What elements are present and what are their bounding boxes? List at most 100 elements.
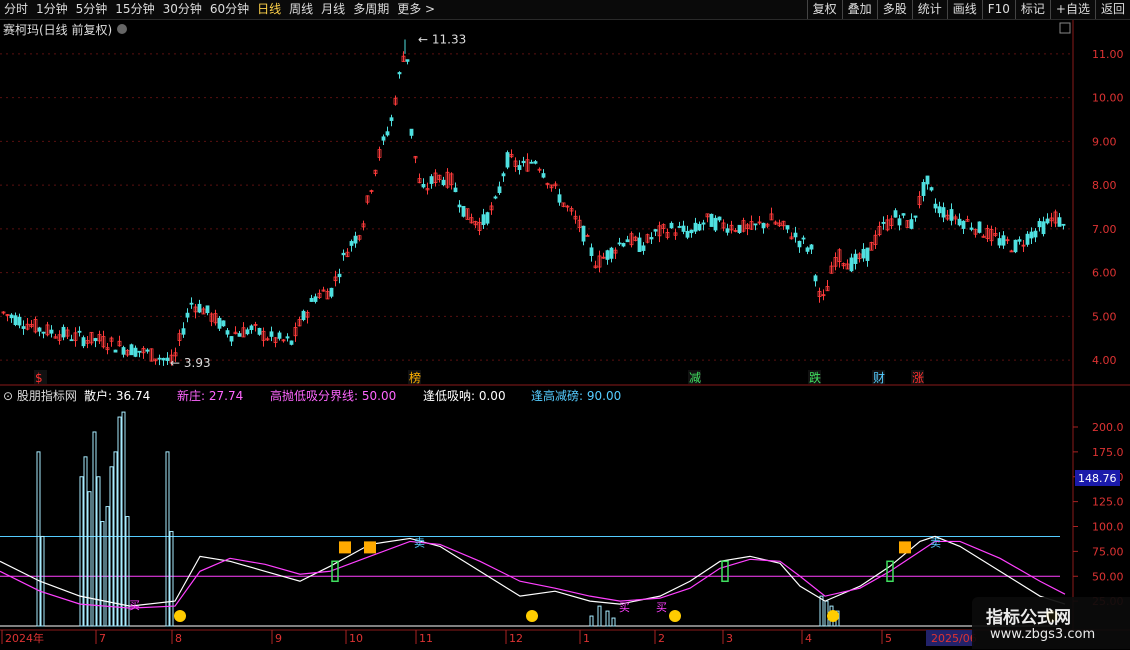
candle-body <box>677 226 682 228</box>
candle-body <box>681 225 686 232</box>
candle-body <box>189 302 194 305</box>
x-axis-label: 11 <box>419 632 433 645</box>
event-marker-1: 榜 <box>409 370 421 385</box>
candle-body <box>949 209 954 221</box>
watermark-url: www.zbgs3.com <box>990 627 1096 642</box>
tool-button-8[interactable]: 返回 <box>1094 0 1130 19</box>
histogram-bar <box>169 530 174 627</box>
candle-body <box>13 315 18 326</box>
histogram-bar <box>36 451 41 627</box>
candle-body <box>229 336 234 342</box>
period-tab-5[interactable]: 60分钟 <box>206 0 253 19</box>
indicator-lines: 买 买 买 卖 卖 <box>0 411 1066 627</box>
candle-body <box>961 220 966 229</box>
stock-chart[interactable]: 买 买 买 卖 卖 11.00 10.00 9.00 8.00 7.00 6.00 5.00 4.00… <box>0 20 1130 650</box>
candle-body <box>1001 235 1006 246</box>
candle-body <box>849 257 854 272</box>
osc-axis-label: 125.0 <box>1092 496 1124 509</box>
price-axis-label: 6.00 <box>1092 267 1117 280</box>
candle-body <box>405 59 410 62</box>
period-tab-2[interactable]: 5分钟 <box>72 0 112 19</box>
candle-body <box>801 237 806 240</box>
tool-button-5[interactable]: F10 <box>981 0 1015 19</box>
candle-body <box>797 240 802 248</box>
tool-button-3[interactable]: 统计 <box>911 0 947 19</box>
candle-body <box>669 222 674 229</box>
candle-body <box>649 237 654 240</box>
candle-body <box>957 218 962 226</box>
period-tab-0[interactable]: 分时 <box>0 0 32 19</box>
watermark-title: 指标公式网 <box>986 608 1071 628</box>
candle-body <box>113 349 118 353</box>
candle-body <box>289 340 294 345</box>
x-axis-label: 12 <box>509 632 523 645</box>
candle-body <box>717 216 722 221</box>
histogram-bar <box>100 521 105 627</box>
tool-button-2[interactable]: 多股 <box>876 0 912 19</box>
watermark: 指标公式网 www.zbgs3.com <box>972 597 1130 649</box>
candle-body <box>809 244 814 250</box>
candle-body <box>221 320 226 327</box>
tool-button-7[interactable]: +自选 <box>1049 0 1095 19</box>
candle-body <box>181 328 186 335</box>
price-axis-label: 8.00 <box>1092 179 1117 192</box>
candle-body <box>217 317 222 329</box>
period-tab-8[interactable]: 月线 <box>317 0 349 19</box>
price-axis-label: 4.00 <box>1092 354 1117 367</box>
event-marker-4: 财 <box>873 371 885 385</box>
tool-button-1[interactable]: 叠加 <box>841 0 877 19</box>
osc-axis-label: 75.00 <box>1092 545 1124 558</box>
face-icon <box>526 610 538 623</box>
candle-body <box>205 305 210 314</box>
x-axis-label: 2024年 <box>5 631 44 645</box>
candle-body <box>929 187 934 191</box>
candle-body <box>753 223 758 226</box>
candle-body <box>185 312 190 318</box>
candle-body <box>277 332 282 339</box>
notice-icon <box>339 541 351 554</box>
candle-body <box>245 329 250 335</box>
candle-body <box>893 210 898 218</box>
indicator-legend-2: 高抛低吸分界线: 50.00 <box>270 388 396 403</box>
x-axis-label: 7 <box>99 632 106 645</box>
period-tab-1[interactable]: 1分钟 <box>32 0 72 19</box>
signal-box-icon <box>721 560 729 583</box>
osc-axis-label: 175.0 <box>1092 446 1124 459</box>
candle-body <box>485 212 490 224</box>
candle-body <box>1029 231 1034 239</box>
tool-button-6[interactable]: 标记 <box>1014 0 1050 19</box>
histogram-bar <box>605 610 610 627</box>
indicator-name: ⊙ 股朋指标网 <box>3 388 77 403</box>
x-axis-label: 2 <box>658 632 665 645</box>
candle-body <box>709 213 714 227</box>
candle-body <box>557 194 562 203</box>
tool-button-4[interactable]: 画线 <box>946 0 982 19</box>
candle-body <box>969 227 974 230</box>
candle-body <box>349 241 354 246</box>
histogram-bar <box>165 451 170 627</box>
period-tab-4[interactable]: 30分钟 <box>159 0 206 19</box>
candle-body <box>637 237 642 252</box>
candle-body <box>941 207 946 218</box>
candle-body <box>397 72 402 75</box>
candle-body <box>805 247 810 252</box>
candle-body <box>197 303 202 313</box>
period-tab-7[interactable]: 周线 <box>285 0 317 19</box>
candle-body <box>1033 230 1038 238</box>
candle-body <box>257 327 262 335</box>
high-label: ← 11.33 <box>418 32 466 46</box>
period-tab-9[interactable]: 多周期 <box>349 0 393 19</box>
candle-body <box>129 344 134 356</box>
event-marker-0: $ <box>35 371 43 385</box>
period-tab-10[interactable]: 更多 > <box>393 0 439 19</box>
period-tab-3[interactable]: 15分钟 <box>111 0 158 19</box>
candle-body <box>9 314 14 319</box>
tool-button-0[interactable]: 复权 <box>806 0 842 19</box>
candle-body <box>497 186 502 194</box>
candle-body <box>385 131 390 136</box>
period-tab-6[interactable]: 日线 <box>253 0 285 19</box>
low-label: ← 3.93 <box>170 356 211 370</box>
candle-body <box>589 247 594 256</box>
histogram-bar <box>113 451 118 627</box>
candle-body <box>441 179 446 186</box>
